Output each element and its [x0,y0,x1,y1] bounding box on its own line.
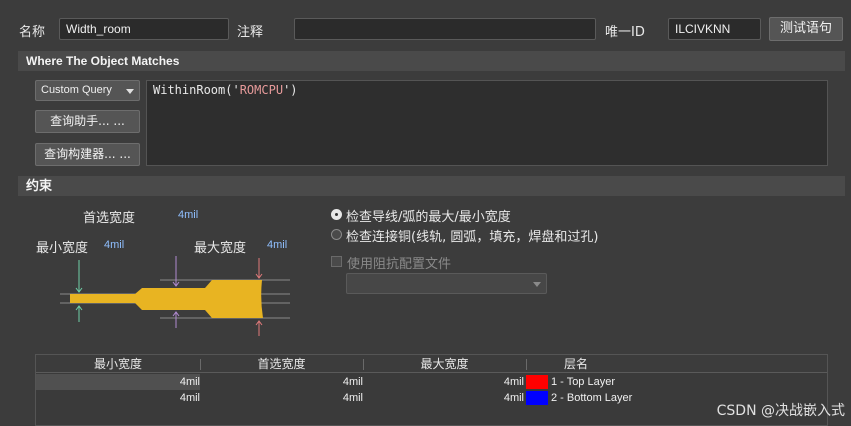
table-row[interactable]: 4mil 4mil 4mil 2 - Bottom Layer [36,390,827,406]
check-track-label[interactable]: 检查导线/弧的最大/最小宽度 [346,206,511,225]
query-type-dropdown[interactable]: Custom Query [35,80,140,101]
table-header: 最小宽度 首选宽度 最大宽度 层名 [36,355,827,373]
table-row[interactable]: 4mil 4mil 4mil 1 - Top Layer [36,374,827,390]
chevron-down-icon [533,282,541,287]
query-helper-button[interactable]: 查询助手... ... [35,110,140,133]
cell-preferred[interactable]: 4mil [200,390,363,406]
chevron-down-icon [126,89,134,94]
col-min-width[interactable]: 最小宽度 [36,355,200,373]
impedance-checkbox[interactable] [331,256,342,267]
trace-shape [70,280,263,318]
query-prefix: WithinRoom(' [153,83,240,97]
query-builder-button[interactable]: 查询构建器... ... [35,143,140,166]
cell-layer: 2 - Bottom Layer [551,392,633,404]
check-track-radio[interactable] [331,209,342,220]
query-type-value: Custom Query [41,84,112,96]
cell-layer: 1 - Top Layer [551,376,616,388]
check-copper-label[interactable]: 检查连接铜(线轨, 圆弧，填充，焊盘和过孔) [346,226,598,245]
constraints-section-header: 约束 [18,176,845,196]
test-statement-button[interactable]: 测试语句 [769,17,843,41]
unique-id-label: 唯一ID [605,25,645,40]
query-editor[interactable]: WithinRoom('ROMCPU') [146,80,828,166]
watermark: CSDN @决战嵌入式 [716,403,845,419]
check-copper-radio[interactable] [331,229,342,240]
query-suffix: ') [283,83,298,97]
col-preferred-width[interactable]: 首选宽度 [200,355,363,373]
comment-label: 注释 [237,25,264,40]
preferred-width-label: 首选宽度 [83,211,136,226]
name-label: 名称 [19,25,46,40]
preferred-width-value: 4mil [178,209,199,221]
cell-preferred[interactable]: 4mil [200,374,363,390]
cell-min[interactable]: 4mil [36,390,200,406]
cell-min[interactable]: 4mil [36,374,200,390]
name-input[interactable]: Width_room [59,18,229,40]
col-max-width[interactable]: 最大宽度 [363,355,526,373]
unique-id-input[interactable]: ILCIVKNN [668,18,761,40]
impedance-profile-select[interactable] [346,273,547,294]
impedance-label: 使用阻抗配置文件 [347,257,452,272]
col-layer-name[interactable]: 层名 [526,355,626,373]
width-table: 最小宽度 首选宽度 最大宽度 层名 4mil 4mil 4mil 1 - Top… [35,354,828,426]
where-section-header: Where The Object Matches [18,51,845,71]
layer-color-swatch [526,391,548,405]
layer-color-swatch [526,375,548,389]
query-string: ROMCPU [239,83,284,97]
cell-max[interactable]: 4mil [363,390,524,406]
cell-max[interactable]: 4mil [363,374,524,390]
comment-input[interactable] [294,18,596,40]
trace-width-diagram [60,256,290,336]
